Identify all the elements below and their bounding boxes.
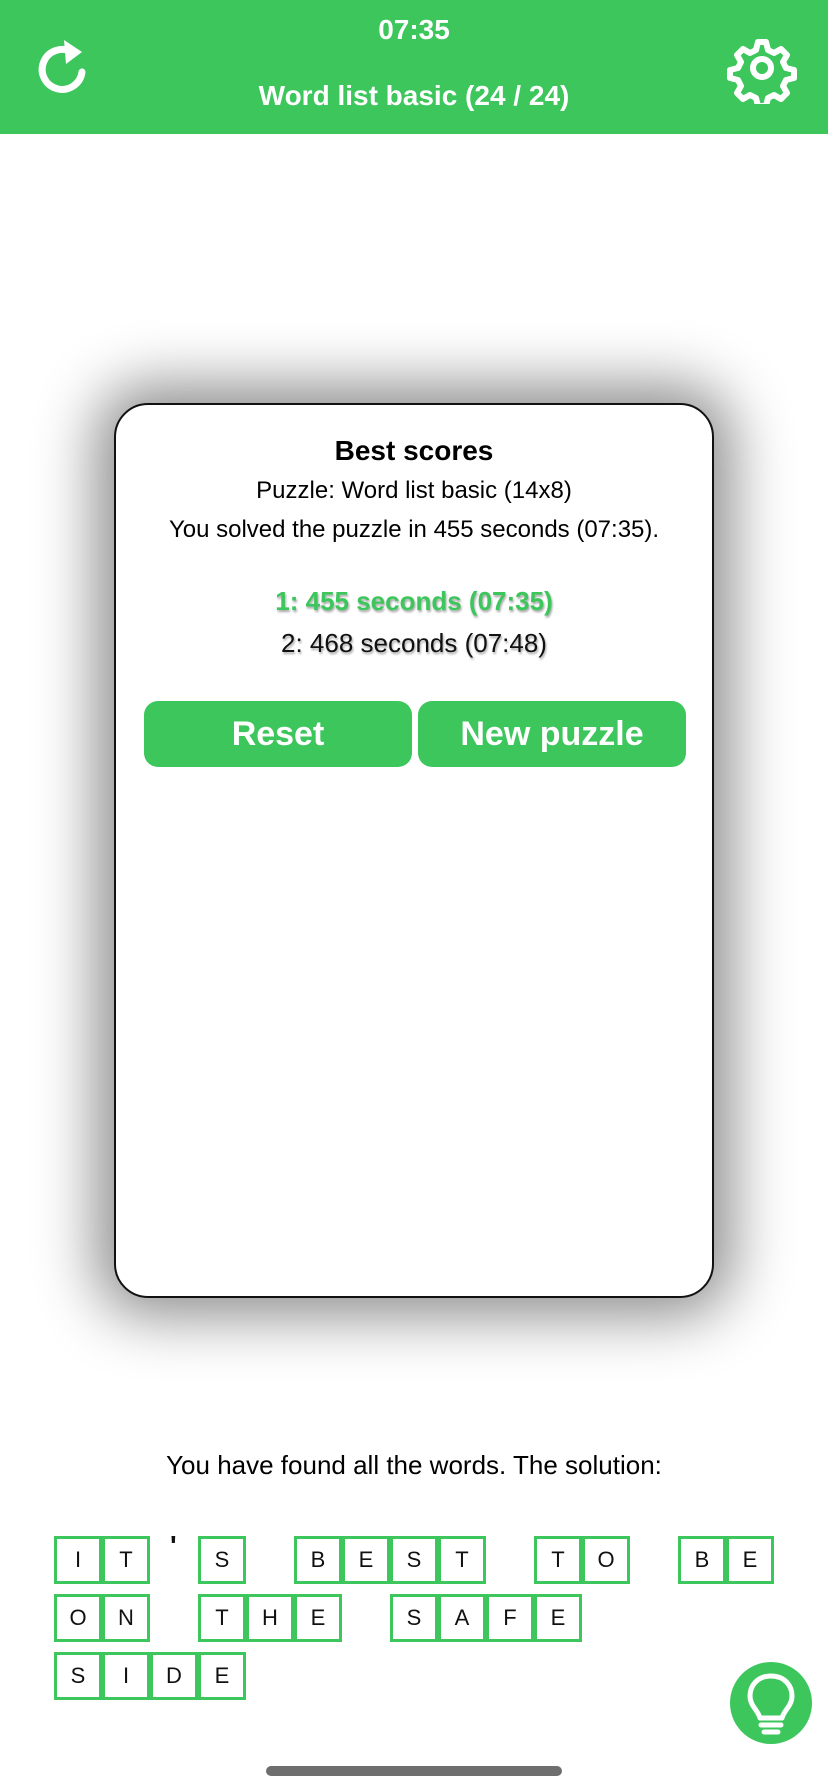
solution-letter-tile: S: [54, 1652, 102, 1700]
score-entry-2: 2: 468 seconds (07:48): [281, 628, 547, 658]
solution-letter-tile: D: [150, 1652, 198, 1700]
solution-letter-tile: T: [534, 1536, 582, 1584]
solution-letter-tile: O: [54, 1594, 102, 1642]
solution-letter-tile: S: [390, 1536, 438, 1584]
solution-letter-tile: O: [582, 1536, 630, 1584]
dialog-title: Best scores: [334, 435, 494, 466]
solution-letter-tile: S: [390, 1594, 438, 1642]
solution-letter-tile: S: [198, 1536, 246, 1584]
solution-letter-tile: A: [438, 1594, 486, 1642]
gear-icon[interactable]: [726, 32, 798, 109]
solution-letter-tile: E: [342, 1536, 390, 1584]
solution-label: You have found all the words. The soluti…: [166, 1450, 662, 1480]
solution-letter-tile: E: [726, 1536, 774, 1584]
solution-letter-tile: E: [534, 1594, 582, 1642]
reset-button[interactable]: Reset: [144, 701, 412, 767]
solution-letter-tile: N: [102, 1594, 150, 1642]
solution-letter-tile: I: [54, 1536, 102, 1584]
solution-letter-tile: I: [102, 1652, 150, 1700]
solution-letter-tile: E: [198, 1652, 246, 1700]
new-puzzle-button[interactable]: New puzzle: [418, 701, 686, 767]
solution-letter-tile: B: [678, 1536, 726, 1584]
solution-letter-tile: H: [246, 1594, 294, 1642]
puzzle-title: Word list basic (24 / 24): [258, 80, 570, 111]
timer: 07:35: [378, 14, 450, 45]
home-indicator: [266, 1766, 562, 1776]
lightbulb-icon[interactable]: [730, 1662, 812, 1744]
solution-letter-tile: T: [438, 1536, 486, 1584]
solution-letter-tile: T: [198, 1594, 246, 1642]
top-bar: 07:35 Word list basic (24 / 24): [0, 0, 828, 134]
solution-letter-tile: B: [294, 1536, 342, 1584]
score-entry-1: 1: 455 seconds (07:35): [275, 586, 553, 616]
solution-letter-tile: T: [102, 1536, 150, 1584]
best-scores-dialog: Best scores Puzzle: Word list basic (14x…: [114, 403, 714, 1298]
solution-letter-tile: E: [294, 1594, 342, 1642]
puzzle-info: Puzzle: Word list basic (14x8): [256, 477, 572, 504]
solution-letter-tile: F: [486, 1594, 534, 1642]
solve-time-text: You solved the puzzle in 455 seconds (07…: [168, 516, 660, 543]
solution-apostrophe: ': [170, 1530, 177, 1561]
